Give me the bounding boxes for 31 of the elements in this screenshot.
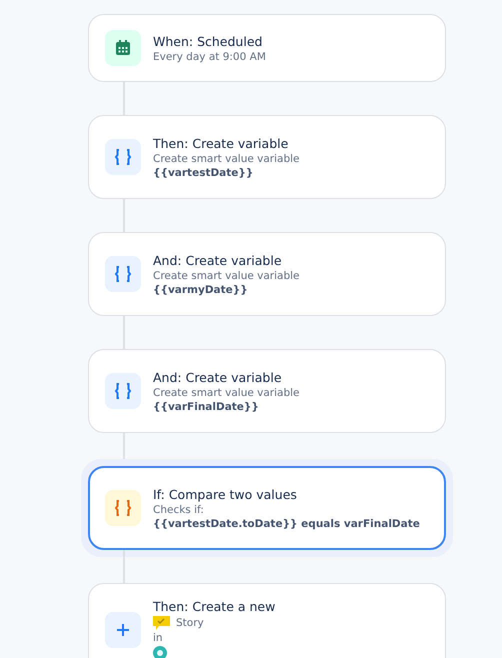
braces-icon: [105, 490, 141, 526]
smart-value: {{vartestDate}}: [153, 166, 254, 178]
step-detail: Create smart value variable: [153, 270, 300, 282]
step-detail: in: [153, 632, 164, 644]
smart-value: {{varFinalDate}}: [153, 400, 260, 412]
step-title: If: Compare two values: [153, 486, 298, 502]
step-detail: Create smart value variable: [153, 152, 300, 164]
smart-value: {{varmyDate}}: [153, 284, 249, 296]
story-icon: [153, 616, 170, 630]
step-detail: Checks if:: [153, 504, 205, 516]
step-title: When: Scheduled: [153, 34, 264, 48]
step-detail: Create smart value variable: [153, 386, 300, 398]
issue-type: Story: [176, 617, 204, 629]
plus-icon: [105, 612, 141, 648]
braces-icon: [105, 139, 141, 175]
calendar-icon: [105, 30, 141, 66]
rule-step-card[interactable]: When: Scheduled Every day at 9:00 AM: [88, 14, 446, 82]
braces-icon: [105, 373, 141, 409]
rule-step-card[interactable]: Then: Create a new Story in: [88, 583, 446, 658]
braces-icon: [105, 256, 141, 292]
step-title: And: Create variable: [153, 252, 283, 268]
project-icon: [153, 646, 167, 658]
step-title: And: Create variable: [153, 370, 283, 384]
rule-step-card[interactable]: And: Create variable Create smart value variable {{varmyDate}}: [88, 232, 446, 316]
rule-step-card[interactable]: And: Create variable Create smart value variable {{varFinalDate}}: [88, 349, 446, 433]
rule-step-card[interactable]: Then: Create variable Create smart value variable {{vartestDate}}: [88, 115, 446, 199]
rule-step-card[interactable]: If: Compare two values Checks if: {{vartestDate.toDate}} equals varFinalDate: [88, 466, 446, 550]
step-detail: Every day at 9:00 AM: [153, 50, 266, 62]
step-title: Then: Create variable: [153, 136, 290, 150]
smart-value: {{vartestDate.toDate}} equals varFinalDate: [153, 518, 420, 530]
step-title: Then: Create a new: [153, 599, 276, 614]
